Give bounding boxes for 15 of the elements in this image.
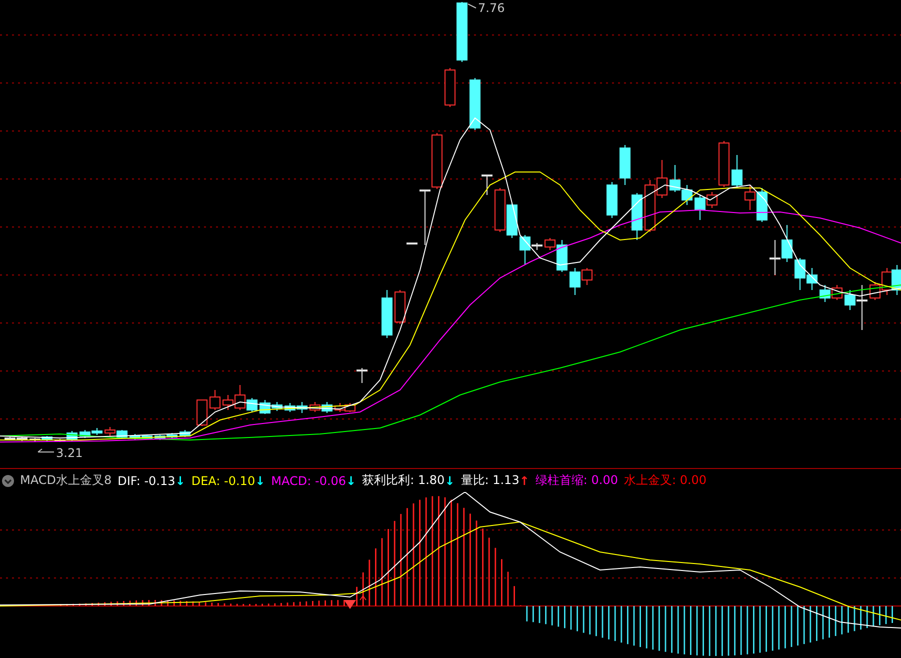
trend-arrow: ↓ <box>444 474 455 488</box>
price-label: 7.76 <box>478 1 505 15</box>
indicator-value: MACD: -0.06 <box>271 474 346 488</box>
indicator-value: DEA: -0.10 <box>191 474 256 488</box>
indicator-value: 量比: 1.13 <box>460 472 520 489</box>
indicator-title: MACD水上金叉8 <box>20 472 112 489</box>
trend-arrow: ↓ <box>346 474 356 488</box>
trend-arrow: ↓ <box>175 474 186 488</box>
price-label: 3.21 <box>56 446 83 460</box>
indicator-value: 绿柱首缩: 0.00 <box>535 472 618 489</box>
indicator-value: 水上金叉: 0.00 <box>624 472 707 489</box>
trend-arrow: ↓ <box>255 474 266 488</box>
indicator-value: DIF: -0.13 <box>118 474 176 488</box>
trend-arrow: ↑ <box>519 474 530 488</box>
indicator-value: 获利比利: 1.80 <box>362 472 445 489</box>
